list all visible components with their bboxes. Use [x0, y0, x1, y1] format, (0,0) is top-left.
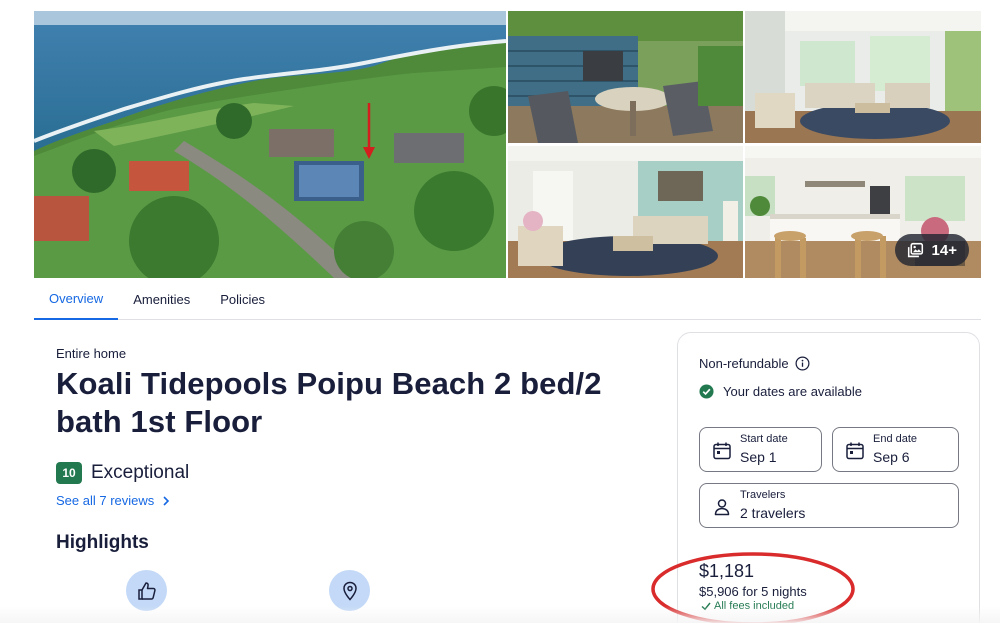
fees-note: All fees included: [701, 600, 794, 612]
refund-policy-label: Non-refundable: [699, 356, 789, 371]
travelers-label: Travelers: [740, 489, 786, 501]
photo-living-room[interactable]: [745, 11, 981, 143]
booking-card: Non-refundable Your dates are available …: [677, 332, 980, 623]
availability-status: Your dates are available: [699, 384, 862, 399]
tab-amenities[interactable]: Amenities: [118, 278, 205, 320]
see-all-reviews-link[interactable]: See all 7 reviews: [56, 493, 170, 508]
property-tabs: Overview Amenities Policies: [34, 278, 981, 320]
tab-overview[interactable]: Overview: [34, 278, 119, 320]
rating-score-badge: 10: [56, 462, 82, 484]
chevron-right-icon: [163, 495, 170, 506]
calendar-icon: [846, 442, 864, 460]
photo-gallery: 14+: [34, 11, 981, 278]
view-more-photos-button[interactable]: 14+: [894, 234, 969, 266]
travelers-value: 2 travelers: [740, 505, 806, 521]
price-per-night: $1,181: [699, 561, 755, 581]
photo-lounge[interactable]: [508, 146, 743, 278]
travelers-field[interactable]: Travelers 2 travelers: [699, 483, 959, 528]
end-date-field[interactable]: End date Sep 6: [832, 427, 959, 472]
info-icon[interactable]: [795, 356, 810, 371]
tab-policies[interactable]: Policies: [205, 278, 280, 320]
end-date-label: End date: [873, 433, 918, 445]
availability-label: Your dates are available: [723, 384, 863, 399]
photo-patio[interactable]: [508, 11, 743, 143]
start-date-field[interactable]: Start date Sep 1: [699, 427, 822, 472]
location-pin-icon: [329, 570, 370, 611]
checkmark-icon: [701, 602, 711, 611]
highlights-heading: Highlights: [56, 532, 149, 553]
total-price: $5,906 for 5 nights: [699, 584, 807, 599]
start-date-label: Start date: [740, 433, 788, 445]
property-type: Entire home: [56, 346, 127, 361]
rating-label: Exceptional: [91, 462, 190, 483]
photo-aerial-coast[interactable]: [34, 11, 506, 278]
rating-summary: 10 Exceptional: [56, 462, 189, 484]
property-title: Koali Tidepools Poipu Beach 2 bed/2 bath…: [56, 366, 602, 439]
start-date-value: Sep 1: [740, 449, 777, 465]
thumbs-up-icon: [126, 570, 167, 611]
fees-note-label: All fees included: [714, 600, 795, 612]
reviews-link-label: See all 7 reviews: [56, 493, 155, 508]
more-photos-count: 14+: [931, 241, 957, 259]
calendar-icon: [713, 442, 731, 460]
person-icon: [714, 499, 730, 516]
gallery-icon: [907, 242, 923, 257]
refund-policy: Non-refundable: [699, 356, 810, 371]
check-circle-icon: [699, 384, 714, 399]
end-date-value: Sep 6: [873, 449, 910, 465]
